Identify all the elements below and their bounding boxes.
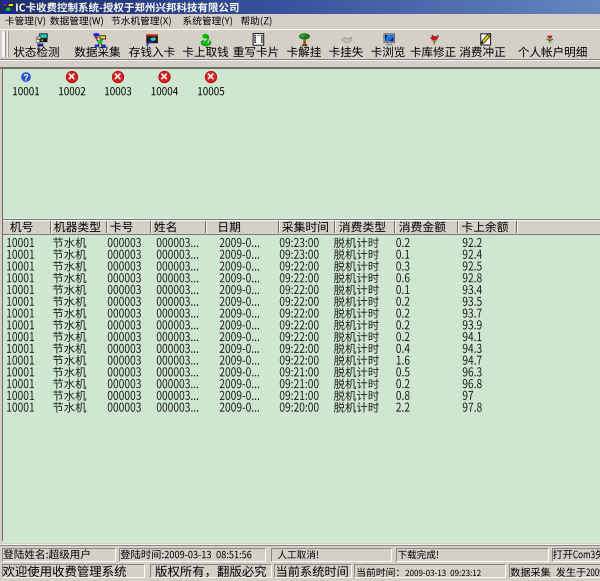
svg-text:?: ? (23, 72, 29, 82)
